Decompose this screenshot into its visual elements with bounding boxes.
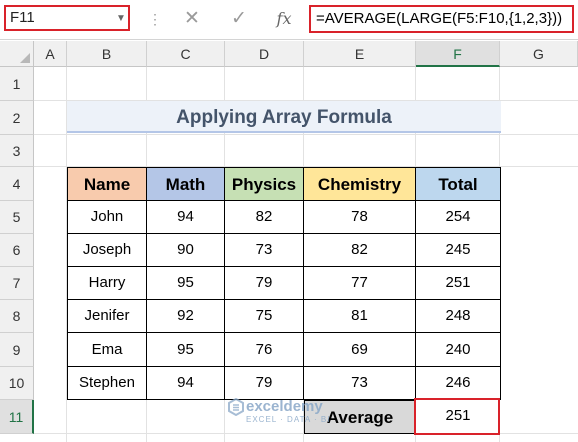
column-header-a[interactable]: A [34, 41, 67, 67]
watermark-name: exceldemy [246, 398, 323, 415]
table-cell-math[interactable]: 94 [146, 200, 225, 234]
table-cell-chemistry[interactable]: 69 [303, 332, 416, 367]
enter-icon[interactable]: ✓ [225, 6, 253, 32]
table-cell-chemistry[interactable]: 77 [303, 266, 416, 300]
table-cell-math[interactable]: 95 [146, 332, 225, 367]
table-cell-chemistry[interactable]: 78 [303, 200, 416, 234]
exceldemy-logo-icon [228, 398, 244, 416]
row-header-5[interactable]: 5 [0, 201, 34, 234]
row-header-10[interactable]: 10 [0, 367, 34, 400]
column-header-d[interactable]: D [225, 41, 304, 67]
table-cell-physics[interactable]: 82 [224, 200, 304, 234]
select-all-icon [20, 53, 30, 63]
row-header-9[interactable]: 9 [0, 333, 34, 367]
table-header-chemistry[interactable]: Chemistry [303, 167, 416, 201]
row-header-1[interactable]: 1 [0, 67, 34, 101]
row-header-3[interactable]: 3 [0, 135, 34, 167]
table-cell-chemistry[interactable]: 81 [303, 299, 416, 333]
row-header-4[interactable]: 4 [0, 167, 34, 201]
selected-cell-highlight [414, 398, 500, 435]
row-header-7[interactable]: 7 [0, 267, 34, 300]
table-header-total[interactable]: Total [415, 167, 501, 201]
gridline [34, 134, 578, 135]
table-header-math[interactable]: Math [146, 167, 225, 201]
table-cell-name[interactable]: Ema [67, 332, 147, 367]
table-header-name[interactable]: Name [67, 167, 147, 201]
table-cell-total[interactable]: 254 [415, 200, 501, 234]
row-header-6[interactable]: 6 [0, 234, 34, 267]
table-cell-name[interactable]: John [67, 200, 147, 234]
table-cell-total[interactable]: 251 [415, 266, 501, 300]
cancel-icon[interactable]: ✕ [178, 6, 206, 32]
table-header-physics[interactable]: Physics [224, 167, 304, 201]
name-box-value: F11 [10, 9, 35, 26]
table-cell-name[interactable]: Harry [67, 266, 147, 300]
table-cell-math[interactable]: 95 [146, 266, 225, 300]
insert-function-icon[interactable]: fx [270, 6, 298, 32]
table-cell-math[interactable]: 90 [146, 233, 225, 267]
table-cell-physics[interactable]: 75 [224, 299, 304, 333]
sheet-title: Applying Array Formula [176, 107, 392, 128]
table-cell-chemistry[interactable]: 82 [303, 233, 416, 267]
table-cell-name[interactable]: Jenifer [67, 299, 147, 333]
table-cell-chemistry[interactable]: 73 [303, 366, 416, 400]
column-header-b[interactable]: B [67, 41, 147, 67]
table-cell-math[interactable]: 94 [146, 366, 225, 400]
row-header-8[interactable]: 8 [0, 300, 34, 333]
table-cell-physics[interactable]: 79 [224, 266, 304, 300]
table-cell-physics[interactable]: 73 [224, 233, 304, 267]
table-cell-total[interactable]: 246 [415, 366, 501, 400]
table-cell-total[interactable]: 240 [415, 332, 501, 367]
row-header-2[interactable]: 2 [0, 101, 34, 135]
watermark-tagline: EXCEL · DATA · BI [246, 415, 331, 424]
formula-text: =AVERAGE(LARGE(F5:F10,{1,2,3})) [316, 10, 563, 27]
row-header-11[interactable]: 11 [0, 400, 34, 434]
formula-bar-grip-icon[interactable]: ⋮ [148, 11, 163, 28]
column-header-e[interactable]: E [304, 41, 416, 67]
table-cell-total[interactable]: 245 [415, 233, 501, 267]
table-cell-physics[interactable]: 76 [224, 332, 304, 367]
name-box-dropdown-icon[interactable]: ▼ [116, 13, 126, 24]
column-header-c[interactable]: C [147, 41, 225, 67]
table-cell-name[interactable]: Stephen [67, 366, 147, 400]
table-cell-total[interactable]: 248 [415, 299, 501, 333]
table-cell-name[interactable]: Joseph [67, 233, 147, 267]
table-cell-math[interactable]: 92 [146, 299, 225, 333]
table-cell-physics[interactable]: 79 [224, 366, 304, 400]
column-header-f[interactable]: F [416, 41, 500, 67]
column-header-g[interactable]: G [500, 41, 578, 67]
